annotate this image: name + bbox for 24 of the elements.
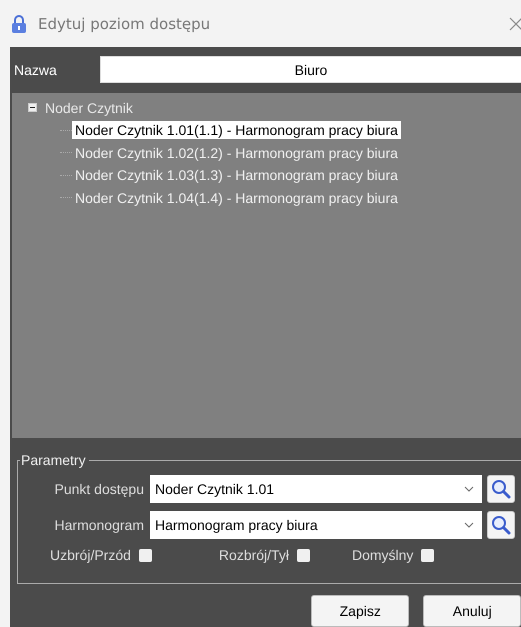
name-label: Nazwa xyxy=(14,62,58,78)
save-button[interactable]: Zapisz xyxy=(311,595,410,627)
checkbox[interactable] xyxy=(421,548,434,562)
caret-icon xyxy=(464,522,474,528)
checkbox-label: Uzbrój/Przód xyxy=(50,547,131,564)
tree-item[interactable]: Noder Czytnik 1.01(1.1) - Harmonogram pracy biura xyxy=(72,121,401,140)
checkbox[interactable] xyxy=(296,548,310,562)
checkbox[interactable] xyxy=(138,548,152,562)
lock-icon xyxy=(12,14,26,32)
dropdown[interactable]: Noder Czytnik 1.01 xyxy=(150,475,482,504)
checkbox-label: Rozbrój/Tył xyxy=(218,547,289,564)
search-button[interactable] xyxy=(487,475,515,504)
field-label: Harmonogram xyxy=(54,517,144,534)
collapse-icon[interactable] xyxy=(28,103,37,112)
checkbox-label: Domyślny xyxy=(352,547,414,564)
close-icon[interactable] xyxy=(509,17,521,31)
name-field[interactable]: Biuro xyxy=(100,56,521,84)
search-button[interactable] xyxy=(487,511,515,540)
window-title: Edytuj poziom dostępu xyxy=(38,14,210,32)
dropdown[interactable]: Harmonogram pracy biura xyxy=(150,511,482,540)
caret-icon xyxy=(464,486,474,492)
group-title: Parametry xyxy=(20,452,89,468)
field-label: Punkt dostępu xyxy=(53,481,144,498)
cancel-button[interactable]: Anuluj xyxy=(423,595,521,627)
